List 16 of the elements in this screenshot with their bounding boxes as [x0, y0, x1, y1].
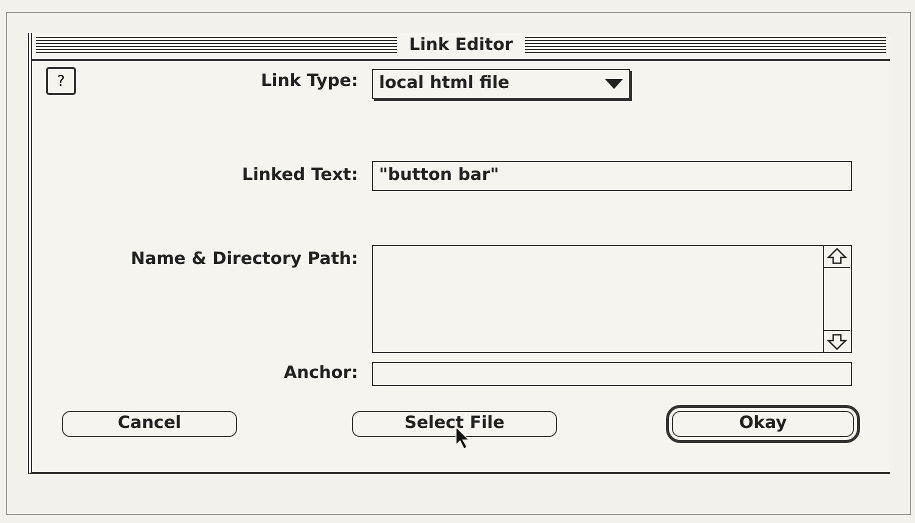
window-title: Link Editor [408, 34, 514, 58]
dropdown-value: local html file [379, 72, 510, 96]
anchor-field[interactable] [372, 362, 852, 386]
scroll-up-icon[interactable] [824, 246, 850, 268]
anchor-label: Anchor: [282, 362, 359, 385]
help-button[interactable]: ? [46, 67, 76, 95]
link-type-label: Link Type: [260, 70, 359, 93]
cancel-button[interactable]: Cancel [62, 410, 237, 436]
select-file-button[interactable]: Select File [352, 410, 557, 436]
linked-text-field[interactable]: "button bar" [372, 161, 852, 191]
link-type-dropdown[interactable]: local html file [372, 69, 630, 99]
linked-text-label: Linked Text: [241, 164, 359, 188]
path-text-area[interactable] [372, 245, 852, 353]
caret-icon [605, 79, 623, 89]
scroll-down-icon[interactable] [824, 330, 850, 352]
path-label: Name & Directory Path: [130, 248, 359, 271]
